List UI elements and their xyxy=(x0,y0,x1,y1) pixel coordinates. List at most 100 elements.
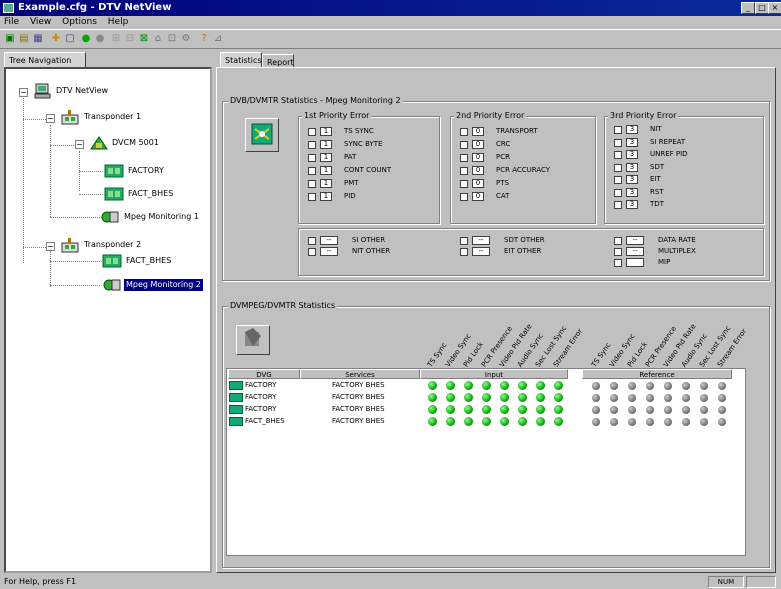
col-header-reference[interactable]: Reference xyxy=(582,369,732,379)
tree-node-factory[interactable]: FACTORY xyxy=(128,165,164,177)
help-icon[interactable]: ? xyxy=(198,33,210,45)
minimize-button[interactable]: _ xyxy=(741,2,755,14)
error-checkbox[interactable] xyxy=(308,141,316,149)
tree-node-transponder-2[interactable]: Transponder 2 xyxy=(84,239,141,251)
service-icon xyxy=(229,417,243,426)
menu-help[interactable]: Help xyxy=(104,16,133,29)
tree-node-mpeg-monitoring-1[interactable]: Mpeg Monitoring 1 xyxy=(124,211,199,223)
other-error-checkbox[interactable] xyxy=(308,237,316,245)
error-checkbox[interactable] xyxy=(460,167,468,175)
error-checkbox[interactable] xyxy=(460,193,468,201)
dvb-refresh-button[interactable] xyxy=(245,118,279,152)
stop-icon[interactable]: ● xyxy=(94,33,106,45)
error-count: 0 xyxy=(472,140,484,149)
input-status-indicator xyxy=(428,381,437,390)
row-dvg[interactable]: FACTORY xyxy=(245,381,276,390)
tree-node-dtv-netview[interactable]: DTV NetView xyxy=(56,85,108,97)
menu-options[interactable]: Options xyxy=(58,16,101,29)
error-checkbox[interactable] xyxy=(460,180,468,188)
error-checkbox[interactable] xyxy=(308,128,316,136)
error-checkbox[interactable] xyxy=(308,193,316,201)
error-count: 1 xyxy=(320,140,332,149)
other-error-checkbox[interactable] xyxy=(460,237,468,245)
new-icon[interactable]: ▣ xyxy=(4,33,16,45)
tree-expander[interactable]: − xyxy=(19,88,28,97)
menu-view[interactable]: View xyxy=(26,16,55,29)
error-checkbox[interactable] xyxy=(614,176,622,184)
error-checkbox[interactable] xyxy=(460,141,468,149)
reference-status-indicator xyxy=(610,406,618,414)
other-error-checkbox[interactable] xyxy=(614,259,622,267)
other-error-label: DATA RATE xyxy=(658,236,696,244)
other-error-label: EIT OTHER xyxy=(504,247,542,255)
priority-3-title: 3rd Priority Error xyxy=(608,111,679,121)
error-checkbox[interactable] xyxy=(614,126,622,134)
tree-expander[interactable]: − xyxy=(46,114,55,123)
tree-node-fact-bhes[interactable]: FACT_BHES xyxy=(128,188,173,200)
error-checkbox[interactable] xyxy=(308,167,316,175)
reference-status-indicator xyxy=(682,394,690,402)
tree-node-transponder-1[interactable]: Transponder 1 xyxy=(84,111,141,123)
error-checkbox[interactable] xyxy=(308,154,316,162)
tree-expander[interactable]: − xyxy=(75,140,84,149)
input-status-indicator xyxy=(428,417,437,426)
toolbar: ▣ ▤ ▦ ✚ ▢ ● ● ⊞ ⊟ ⊠ ⌂ ⊡ ⚙ ? ⊿ xyxy=(0,29,781,49)
col-header-services[interactable]: Services xyxy=(300,369,420,379)
other-error-checkbox[interactable] xyxy=(308,248,316,256)
refresh-icon[interactable]: ⊞ xyxy=(110,33,122,45)
tree-node-mpeg-monitoring-2[interactable]: Mpeg Monitoring 2 xyxy=(124,279,203,291)
error-checkbox[interactable] xyxy=(614,163,622,172)
error-checkbox[interactable] xyxy=(614,188,622,197)
row-dvg[interactable]: FACTORY xyxy=(245,405,276,414)
col-header-input[interactable]: Input xyxy=(420,369,568,379)
context-help-icon[interactable]: ⊿ xyxy=(212,33,224,45)
error-checkbox[interactable] xyxy=(614,201,622,209)
error-checkbox[interactable] xyxy=(460,128,468,136)
row-service[interactable]: FACTORY BHES xyxy=(332,393,385,402)
start-icon[interactable]: ● xyxy=(80,33,92,45)
other-error-checkbox[interactable] xyxy=(614,237,622,245)
close-button[interactable]: × xyxy=(768,2,781,14)
monitor-icon xyxy=(100,209,120,225)
save-icon[interactable]: ▦ xyxy=(32,33,44,45)
row-service[interactable]: FACTORY BHES xyxy=(332,405,385,414)
tree-panel: − DTV NetView − Transponder 1 − DVCM 500… xyxy=(4,67,212,573)
error-label: SI REPEAT xyxy=(650,137,686,146)
reference-status-indicator xyxy=(628,406,636,414)
settings-icon[interactable]: ⚙ xyxy=(180,33,192,45)
error-label: TS SYNC xyxy=(344,127,374,135)
menu-file[interactable]: File xyxy=(0,16,23,29)
tools-icon[interactable]: ⌂ xyxy=(152,33,164,45)
col-header-dvg[interactable]: DVG xyxy=(228,369,300,379)
error-checkbox[interactable] xyxy=(308,180,316,188)
tree-node-fact-bhes-2[interactable]: FACT_BHES xyxy=(126,255,171,267)
tab-statistics[interactable]: Statistics xyxy=(220,52,262,67)
error-checkbox[interactable] xyxy=(460,154,468,162)
tree-icon[interactable]: ⊠ xyxy=(138,33,150,45)
tab-tree-navigation[interactable]: Tree Navigation xyxy=(4,52,86,67)
dvmpeg-refresh-button[interactable] xyxy=(236,325,270,355)
copy-icon[interactable]: ▢ xyxy=(64,33,76,45)
cut-icon[interactable]: ✚ xyxy=(50,33,62,45)
row-dvg[interactable]: FACTORY xyxy=(245,393,276,402)
reference-status-indicator xyxy=(682,382,690,390)
reference-status-indicator xyxy=(610,394,618,402)
row-service[interactable]: FACTORY BHES xyxy=(332,417,385,426)
input-status-indicator xyxy=(518,393,527,402)
maximize-button[interactable]: □ xyxy=(755,2,769,14)
row-dvg[interactable]: FACT_BHES xyxy=(245,417,285,426)
tree-expander[interactable]: − xyxy=(46,242,55,251)
config-icon[interactable]: ⊡ xyxy=(166,33,178,45)
input-status-indicator xyxy=(500,393,509,402)
other-error-checkbox[interactable] xyxy=(460,248,468,256)
row-service[interactable]: FACTORY BHES xyxy=(332,381,385,390)
open-icon[interactable]: ▤ xyxy=(18,33,30,45)
network-icon xyxy=(251,123,273,145)
other-error-checkbox[interactable] xyxy=(614,248,622,256)
error-checkbox[interactable] xyxy=(614,151,622,159)
error-checkbox[interactable] xyxy=(614,138,622,147)
error-count: 3 xyxy=(626,137,638,147)
tree-node-dvcm-5001[interactable]: DVCM 5001 xyxy=(112,137,159,149)
grid-icon[interactable]: ⊟ xyxy=(124,33,136,45)
tab-report[interactable]: Report xyxy=(262,54,294,67)
